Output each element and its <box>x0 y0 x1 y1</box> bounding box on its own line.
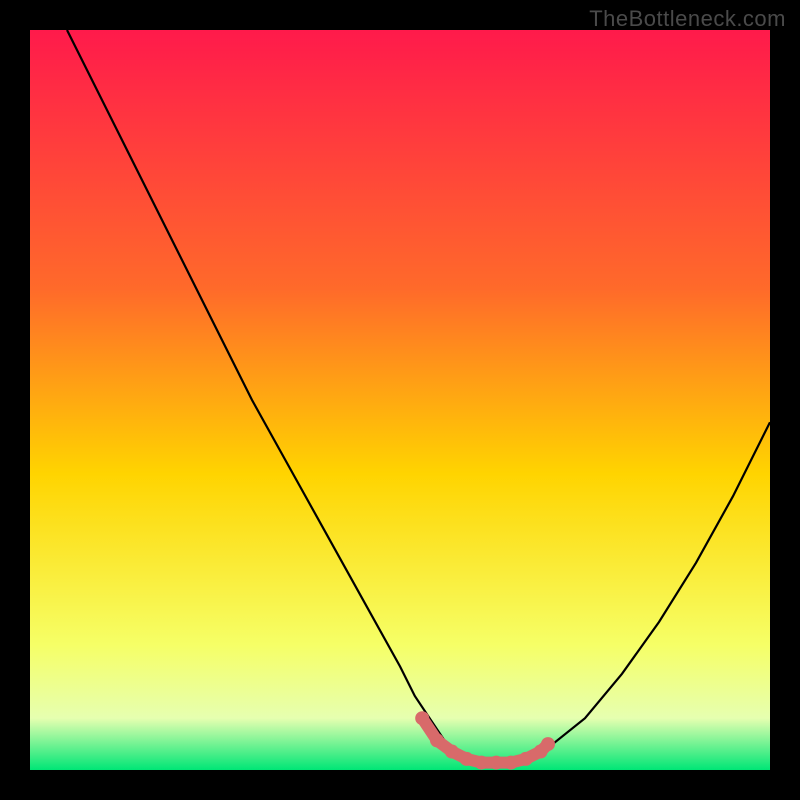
optimal-point-marker <box>504 756 518 770</box>
optimal-point-marker <box>474 756 488 770</box>
optimal-point-marker <box>430 733 444 747</box>
optimal-point-marker <box>460 752 474 766</box>
optimal-point-marker <box>415 711 429 725</box>
watermark-text: TheBottleneck.com <box>589 6 786 32</box>
gradient-background <box>30 30 770 770</box>
optimal-point-marker <box>519 752 533 766</box>
optimal-point-marker <box>489 756 503 770</box>
chart-frame: TheBottleneck.com <box>0 0 800 800</box>
bottleneck-curve-chart <box>30 30 770 770</box>
optimal-point-marker <box>445 745 459 759</box>
plot-area <box>30 30 770 770</box>
optimal-point-marker <box>541 737 555 751</box>
